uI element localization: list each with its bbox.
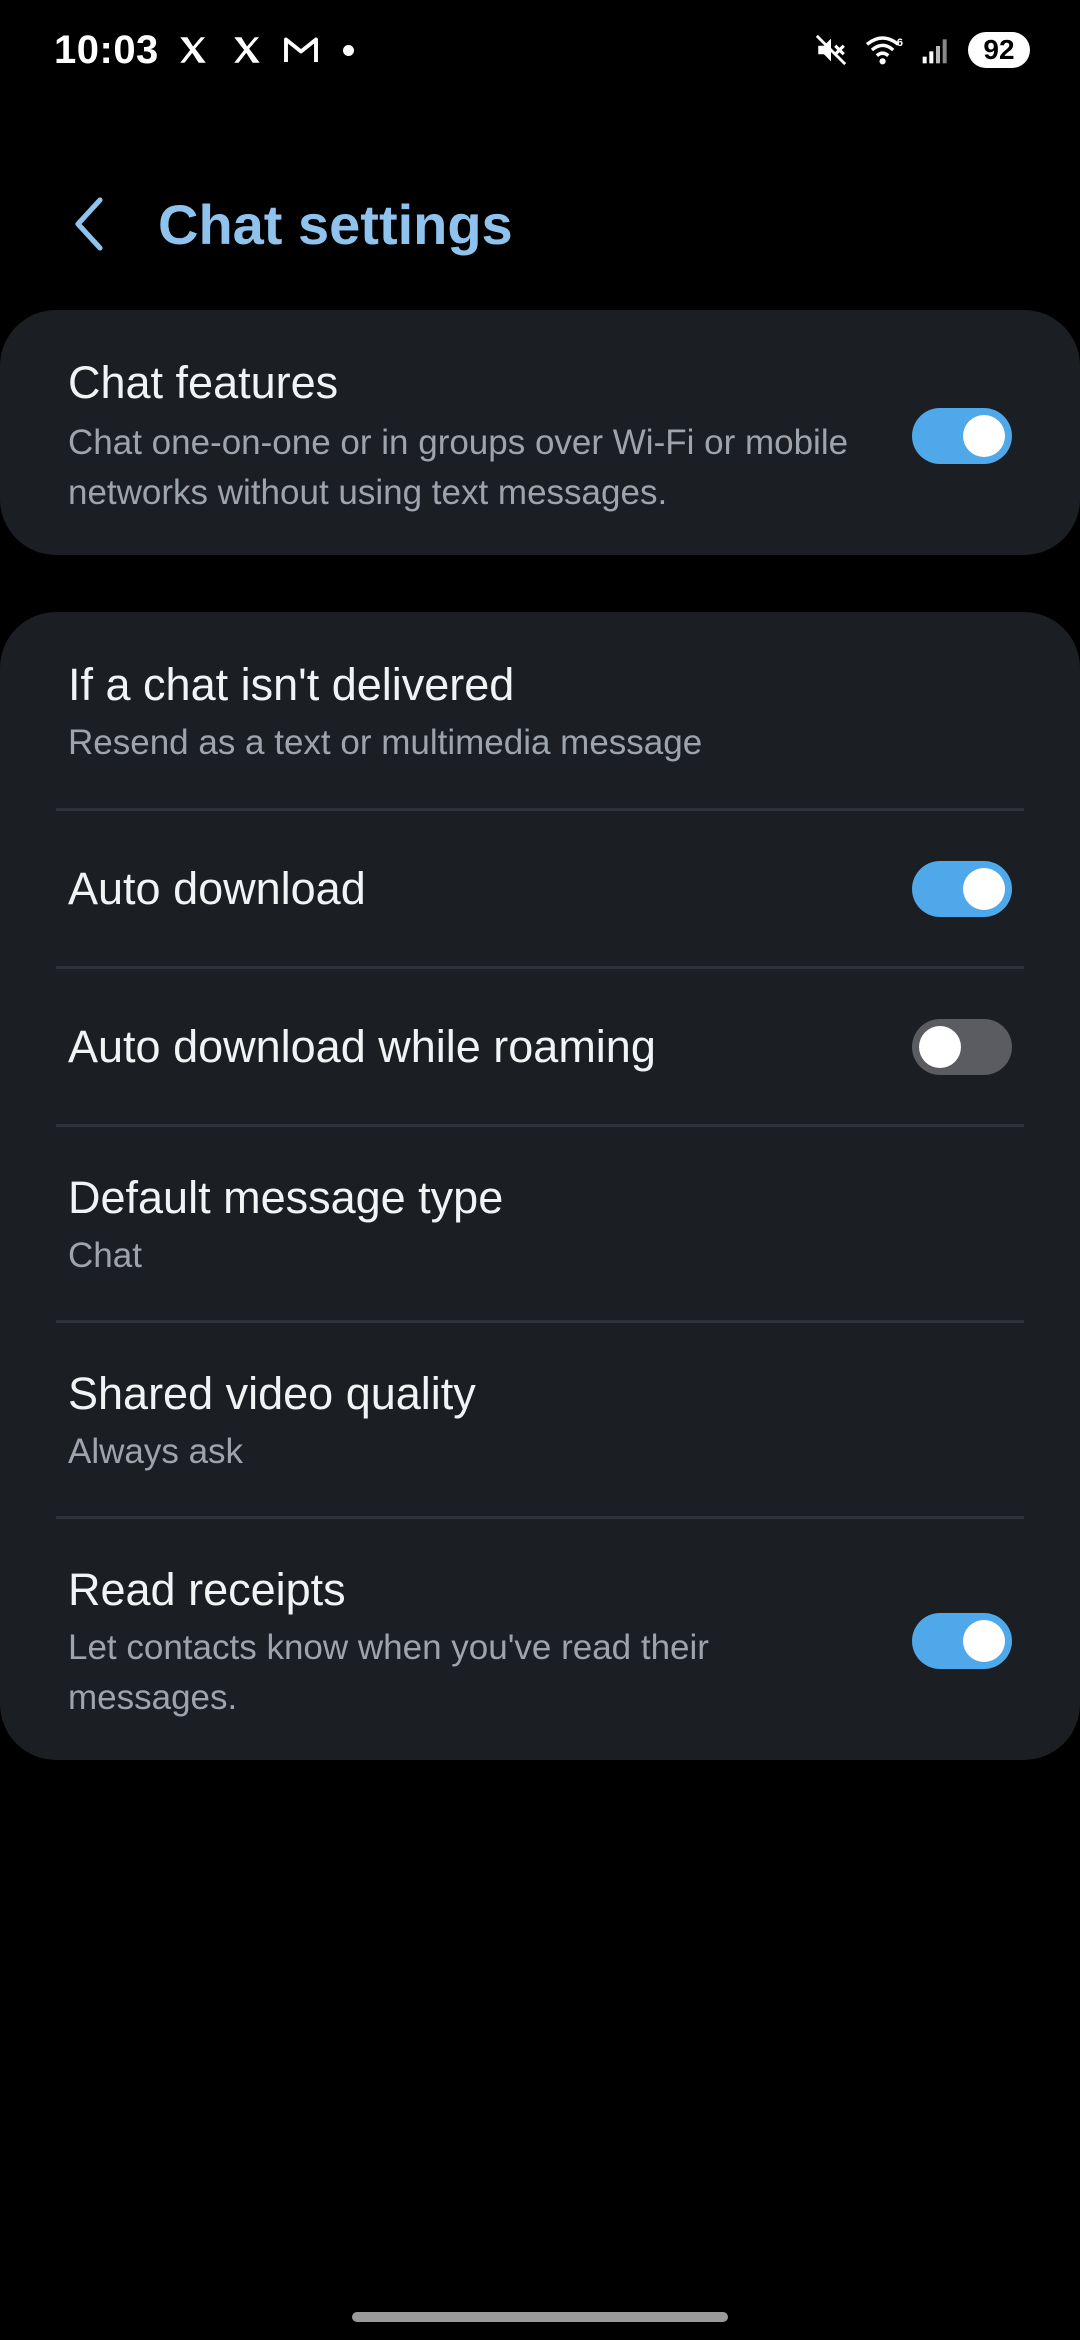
status-left: 10:03	[54, 28, 354, 73]
chevron-left-icon	[75, 197, 103, 251]
auto-download-row[interactable]: Auto download	[0, 811, 1080, 967]
app-bar: Chat settings	[0, 180, 1080, 270]
wifi-badge: 6	[897, 37, 903, 49]
back-button[interactable]	[60, 194, 120, 254]
default-message-type-value: Chat	[68, 1236, 142, 1275]
default-message-type-row[interactable]: Default message type Chat	[0, 1127, 1080, 1323]
shared-video-quality-row[interactable]: Shared video quality Always ask	[0, 1323, 1080, 1519]
toggle-knob	[919, 1026, 961, 1068]
toggle-knob	[963, 1620, 1005, 1662]
gmail-icon	[281, 30, 321, 70]
read-receipts-row[interactable]: Read receipts Let contacts know when you…	[0, 1519, 1080, 1759]
read-receipts-description: Let contacts know when you've read their…	[68, 1628, 709, 1717]
undelivered-title: If a chat isn't delivered	[68, 659, 515, 710]
x-icon	[173, 30, 213, 70]
toggle-knob	[963, 868, 1005, 910]
chat-features-description: Chat one-on-one or in groups over Wi-Fi …	[68, 423, 849, 512]
dot-icon	[342, 44, 354, 56]
auto-download-title: Auto download	[68, 863, 366, 914]
status-time: 10:03	[54, 27, 159, 72]
undelivered-row[interactable]: If a chat isn't delivered Resend as a te…	[0, 612, 1080, 810]
chat-features-toggle[interactable]	[912, 408, 1012, 464]
chat-features-title: Chat features	[68, 357, 339, 408]
auto-download-toggle[interactable]	[912, 861, 1012, 917]
read-receipts-title: Read receipts	[68, 1564, 346, 1615]
mute-icon	[814, 33, 848, 67]
settings-card: If a chat isn't delivered Resend as a te…	[0, 612, 1080, 1760]
chat-features-card[interactable]: Chat features Chat one-on-one or in grou…	[0, 310, 1080, 555]
signal-icon	[920, 34, 952, 66]
battery-level: 92	[968, 32, 1030, 68]
page-title: Chat settings	[158, 193, 513, 256]
toggle-knob	[963, 415, 1005, 457]
auto-download-roaming-row[interactable]: Auto download while roaming	[0, 969, 1080, 1125]
wifi-icon: 6	[864, 33, 904, 67]
screen: 10:03 6 92 Chat settings Chat features C…	[0, 0, 1080, 2340]
auto-download-roaming-title: Auto download while roaming	[68, 1021, 656, 1072]
status-bar: 10:03 6 92	[0, 0, 1080, 100]
shared-video-quality-value: Always ask	[68, 1432, 244, 1471]
default-message-type-title: Default message type	[68, 1172, 504, 1223]
auto-download-roaming-toggle[interactable]	[912, 1019, 1012, 1075]
x-icon	[227, 30, 267, 70]
read-receipts-toggle[interactable]	[912, 1613, 1012, 1669]
status-right: 6 92	[814, 32, 1030, 68]
undelivered-value: Resend as a text or multimedia message	[68, 723, 703, 762]
shared-video-quality-title: Shared video quality	[68, 1368, 476, 1419]
home-indicator[interactable]	[352, 2312, 728, 2322]
